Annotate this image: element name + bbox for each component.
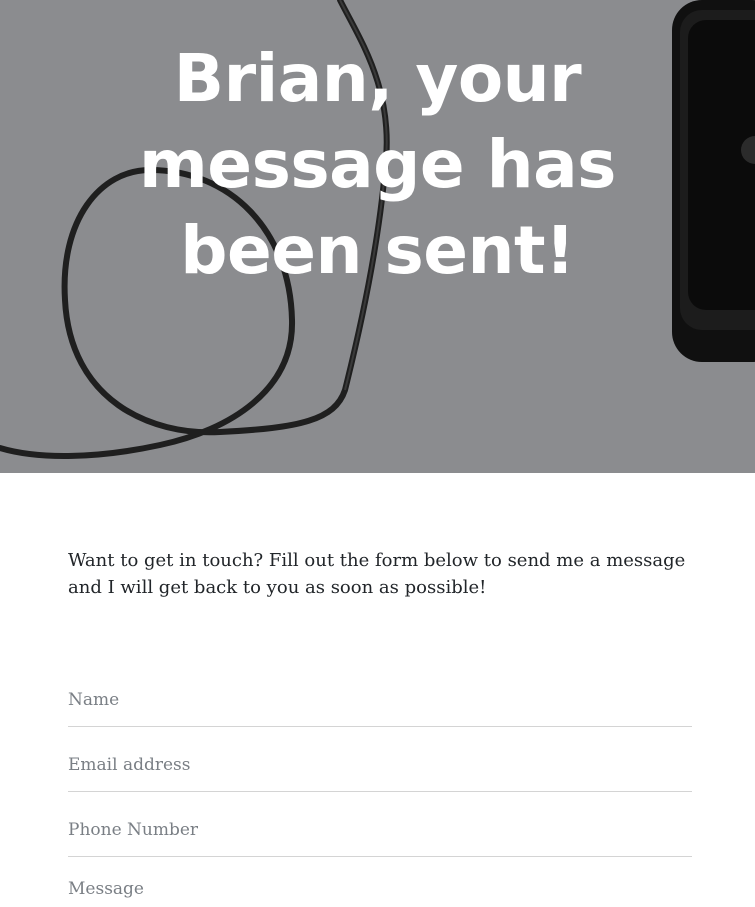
contact-form (68, 659, 692, 907)
message-field-group (68, 857, 692, 907)
phone-field-group (68, 792, 692, 857)
contact-section: Want to get in touch? Fill out the form … (0, 547, 755, 907)
email-field-group (68, 727, 692, 792)
intro-text: Want to get in touch? Fill out the form … (68, 550, 686, 598)
email-input[interactable] (68, 755, 692, 775)
page-title: Brian, your message has been sent! (139, 40, 616, 289)
message-input[interactable] (68, 879, 692, 907)
phone-input[interactable] (68, 820, 692, 840)
name-field-group (68, 659, 692, 727)
name-input[interactable] (68, 690, 692, 710)
hero-header: Brian, your message has been sent! (0, 0, 755, 473)
